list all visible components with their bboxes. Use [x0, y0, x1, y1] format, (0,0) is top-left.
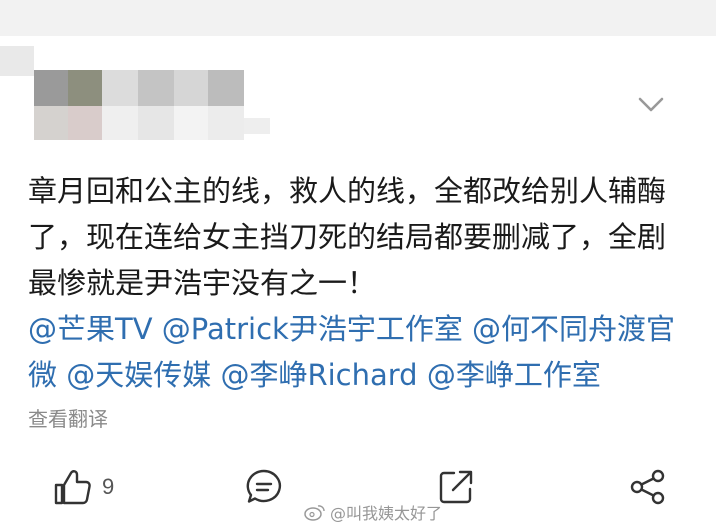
comment-icon: [246, 469, 281, 503]
watermark-text: @叫我姨太好了: [330, 504, 443, 523]
comment-button[interactable]: [244, 462, 284, 512]
weibo-logo-icon: [304, 505, 325, 521]
mention-link[interactable]: @芒果TV: [28, 312, 153, 346]
top-separator: [0, 0, 716, 36]
post-text: 章月回和公主的线，救人的线，全都改给别人辅酶了，现在连给女主挡刀死的结局都要删减…: [28, 174, 667, 300]
share-icon: [630, 469, 665, 505]
post-body: 章月回和公主的线，救人的线，全都改给别人辅酶了，现在连给女主挡刀死的结局都要删减…: [28, 168, 690, 398]
like-count: 9: [102, 474, 115, 499]
watermark: @叫我姨太好了: [304, 500, 442, 524]
mention-link[interactable]: @天娱传媒: [66, 358, 211, 392]
blurred-user-info: [0, 46, 270, 146]
mention-link[interactable]: @李峥Richard: [220, 358, 417, 392]
thumbs-up-icon: [54, 470, 91, 505]
translate-link[interactable]: 查看翻译: [28, 403, 108, 432]
chevron-down-icon[interactable]: [634, 88, 668, 122]
like-button[interactable]: 9: [52, 462, 114, 512]
share-button[interactable]: [628, 462, 668, 512]
mention-link[interactable]: @Patrick尹浩宇工作室: [162, 312, 463, 346]
mention-link[interactable]: @李峥工作室: [427, 358, 601, 392]
